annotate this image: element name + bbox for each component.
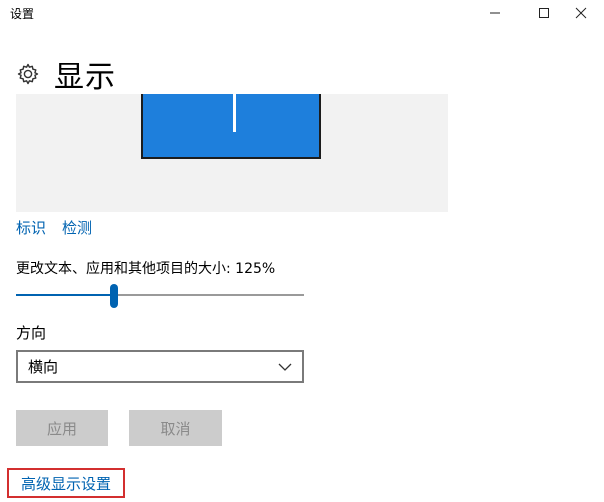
- minimize-button[interactable]: [472, 0, 518, 26]
- monitor-tile[interactable]: [141, 94, 321, 159]
- orientation-label: 方向: [16, 324, 47, 342]
- slider-fill: [16, 294, 114, 296]
- maximize-icon: [539, 8, 549, 18]
- minimize-icon: [490, 12, 500, 14]
- cancel-button[interactable]: 取消: [129, 410, 222, 446]
- close-icon: [575, 7, 587, 19]
- orientation-value: 横向: [28, 358, 59, 376]
- monitor-number-marker: [233, 94, 236, 132]
- page-header: 显示: [16, 52, 116, 96]
- scale-slider[interactable]: [16, 283, 304, 309]
- close-button[interactable]: [558, 0, 604, 26]
- advanced-settings-highlight: 高级显示设置: [7, 468, 125, 498]
- identify-link[interactable]: 标识: [16, 217, 46, 238]
- detect-link[interactable]: 检测: [62, 217, 92, 238]
- apply-button[interactable]: 应用: [16, 410, 108, 446]
- slider-thumb[interactable]: [110, 284, 118, 308]
- gear-icon: [17, 63, 39, 85]
- page-title: 显示: [54, 60, 116, 95]
- window-title: 设置: [10, 7, 35, 21]
- title-bar: 设置: [0, 0, 604, 26]
- settings-window: 设置 显示 标识 检测 更改文本、应用和其他项目的大小: 125% 方向 横向 …: [0, 0, 604, 502]
- chevron-down-icon: [278, 363, 292, 371]
- orientation-dropdown[interactable]: 横向: [16, 350, 304, 383]
- display-arrangement-panel: [16, 94, 448, 212]
- scale-label: 更改文本、应用和其他项目的大小: 125%: [16, 261, 276, 277]
- display-links: 标识 检测: [16, 217, 92, 238]
- advanced-display-settings-link[interactable]: 高级显示设置: [21, 473, 111, 494]
